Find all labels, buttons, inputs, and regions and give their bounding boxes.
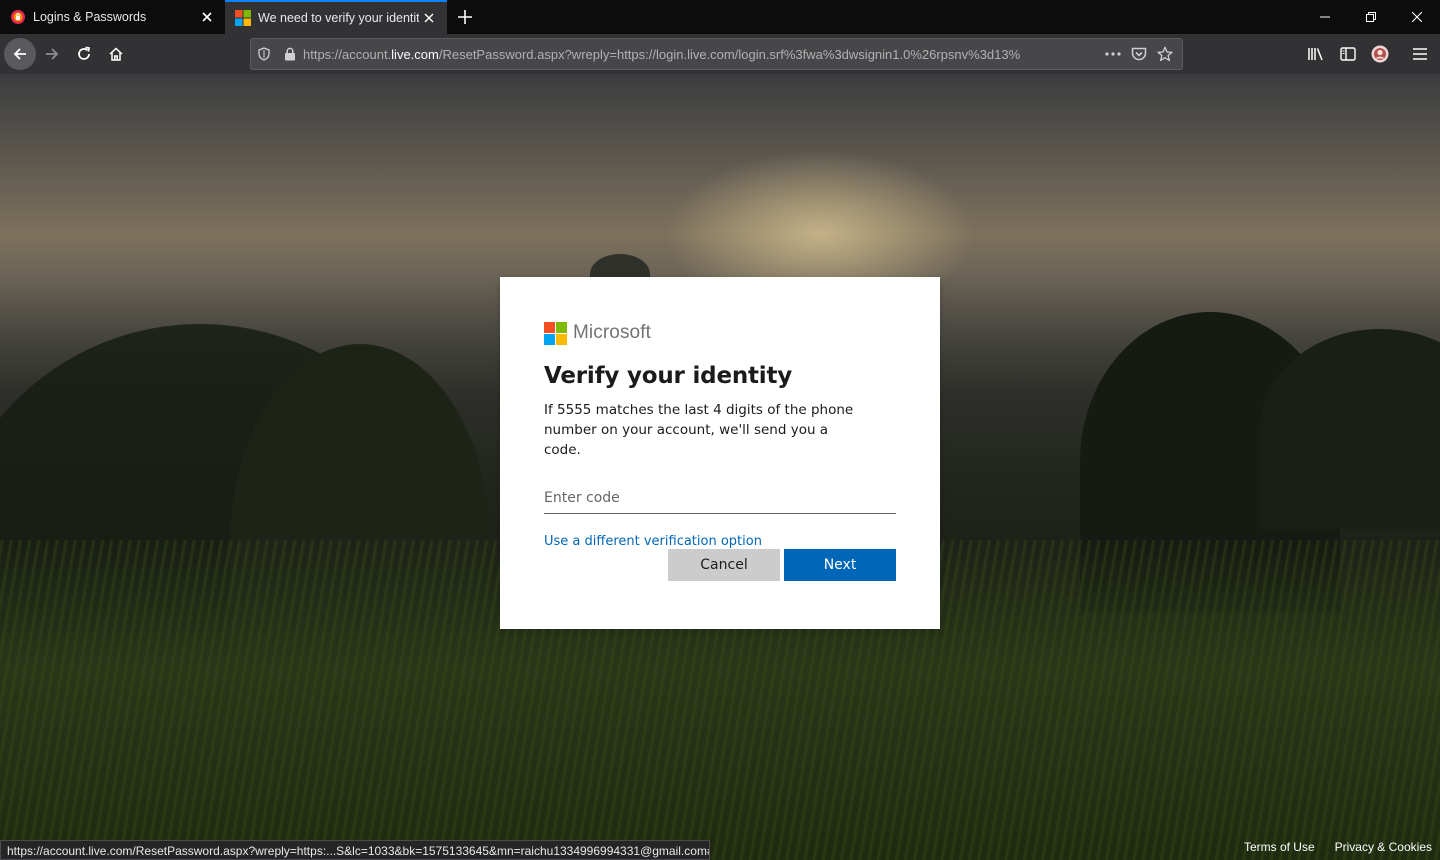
close-icon (1412, 12, 1422, 22)
sidebar-icon (1340, 47, 1356, 61)
url-path: /ResetPassword.aspx?wreply=https://login… (438, 46, 1021, 62)
page-footer: Terms of Use Privacy & Cookies (1244, 840, 1432, 854)
verification-description: If 5555 matches the last 4 digits of the… (544, 402, 854, 458)
microsoft-logo-icon (544, 321, 567, 345)
library-icon (1308, 48, 1323, 61)
close-tab-icon[interactable] (197, 7, 217, 27)
tab-logins-passwords[interactable]: Logins & Passwords (0, 0, 225, 34)
page-actions-icon[interactable] (1100, 40, 1126, 68)
lockwise-icon (10, 9, 26, 25)
reload-button[interactable] (68, 38, 100, 70)
back-button[interactable] (4, 38, 36, 70)
url-prefix: https://account. (303, 46, 392, 62)
microsoft-icon (235, 10, 251, 26)
minimize-button[interactable] (1302, 0, 1348, 34)
plus-icon (458, 10, 472, 24)
bookmark-star-icon[interactable] (1152, 40, 1178, 68)
arrow-left-icon (13, 48, 26, 60)
sidebar-button[interactable] (1332, 38, 1364, 70)
tab-strip: Logins & Passwords We need to verify you… (0, 0, 1440, 34)
reload-icon (78, 46, 90, 60)
window-controls (1302, 0, 1440, 34)
tab-verify-identity[interactable]: We need to verify your identity (225, 0, 447, 34)
hamburger-menu-icon (1413, 48, 1427, 60)
url-text[interactable]: https://account.live.com/ResetPassword.a… (303, 47, 1100, 62)
forward-button[interactable] (36, 38, 68, 70)
restore-icon (1366, 12, 1376, 22)
tab-title: We need to verify your identity (258, 11, 419, 25)
microsoft-logo: Microsoft (544, 321, 896, 345)
avatar (1371, 45, 1389, 63)
close-window-button[interactable] (1394, 0, 1440, 34)
button-row: Cancel Next (668, 549, 896, 581)
pocket-icon[interactable] (1126, 40, 1152, 68)
cancel-button[interactable]: Cancel (668, 549, 780, 581)
tab-title: Logins & Passwords (33, 10, 147, 24)
arrow-right-icon (46, 48, 59, 60)
tracking-protection-icon[interactable] (251, 40, 277, 68)
account-button[interactable] (1364, 38, 1396, 70)
status-bar-url: https://account.live.com/ResetPassword.a… (0, 840, 710, 860)
navigation-toolbar: https://account.live.com/ResetPassword.a… (0, 34, 1440, 74)
toolbar-right (1300, 34, 1440, 74)
close-tab-icon[interactable] (419, 8, 439, 28)
restore-button[interactable] (1348, 0, 1394, 34)
home-icon (109, 47, 123, 61)
page-title: Verify your identity (544, 363, 793, 389)
menu-button[interactable] (1404, 38, 1436, 70)
next-button[interactable]: Next (784, 549, 896, 581)
address-bar[interactable]: https://account.live.com/ResetPassword.a… (250, 38, 1183, 70)
terms-of-use-link[interactable]: Terms of Use (1244, 840, 1315, 854)
page-content: Microsoft Verify your identity If 5555 m… (0, 74, 1440, 860)
brand-name: Microsoft (573, 322, 651, 343)
privacy-cookies-link[interactable]: Privacy & Cookies (1335, 840, 1432, 854)
code-input[interactable] (544, 482, 896, 514)
verify-identity-card: Microsoft Verify your identity If 5555 m… (500, 277, 940, 629)
new-tab-button[interactable] (447, 0, 483, 34)
library-button[interactable] (1300, 38, 1332, 70)
home-button[interactable] (100, 38, 132, 70)
different-verification-option-link[interactable]: Use a different verification option (544, 534, 896, 549)
url-domain: live.com (391, 46, 439, 62)
padlock-icon[interactable] (277, 40, 303, 68)
minimize-icon (1320, 16, 1330, 18)
